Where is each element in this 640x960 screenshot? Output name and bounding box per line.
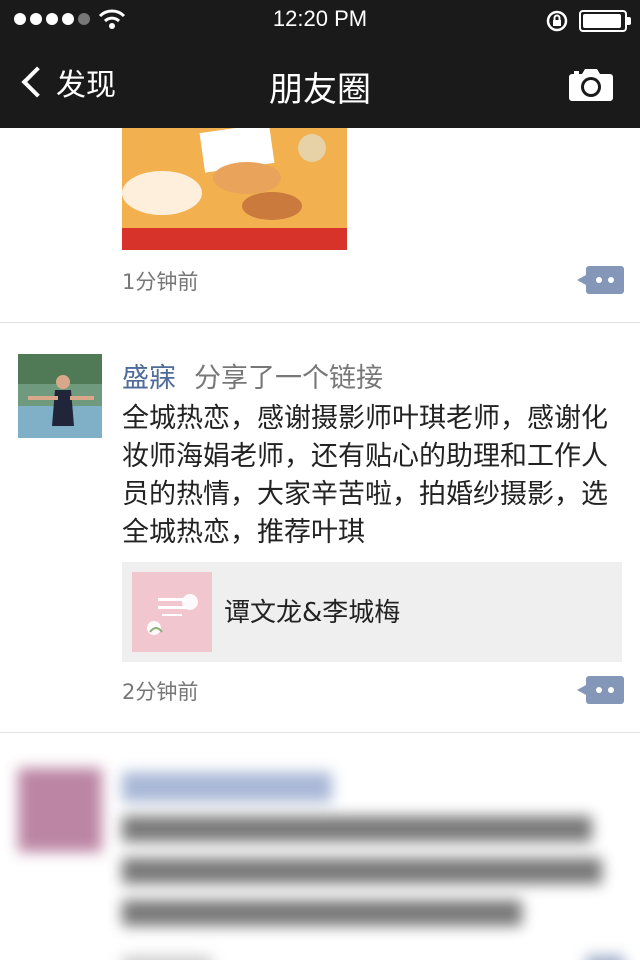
- blurred-text-line: [122, 816, 592, 842]
- blurred-text-line: [122, 900, 522, 926]
- comment-button: [586, 956, 624, 960]
- comment-button[interactable]: [577, 266, 624, 294]
- status-bar: 12:20 PM: [0, 0, 640, 40]
- link-thumbnail: [132, 572, 212, 652]
- post-text: 全城热恋，感谢摄影师叶琪老师，感谢化妆师海娟老师，还有贴心的助理和工作人员的热情…: [122, 403, 608, 548]
- blurred-text-line: [122, 858, 602, 884]
- link-title: 谭文龙&李城梅: [224, 598, 401, 628]
- post-divider: [0, 322, 640, 323]
- blurred-author: [122, 772, 332, 802]
- top-bar: 12:20 PM 发现 朋友圈: [0, 0, 640, 128]
- comment-button[interactable]: [577, 676, 624, 704]
- avatar-photo: [18, 354, 102, 438]
- battery-icon: [579, 10, 631, 32]
- blurred-post: [0, 748, 640, 960]
- post-action-text: 分享了一个链接: [194, 363, 383, 394]
- post-timestamp: 2分钟前: [122, 680, 199, 704]
- post-timestamp: 1分钟前: [122, 270, 199, 294]
- rotation-lock-icon: [546, 10, 568, 32]
- post-divider: [0, 732, 640, 733]
- avatar: [18, 768, 102, 852]
- camera-icon[interactable]: [568, 66, 614, 102]
- shared-link-card[interactable]: 谭文龙&李城梅: [122, 562, 622, 662]
- status-time: 12:20 PM: [272, 6, 368, 31]
- wedding-brand-thumbnail-icon: [132, 572, 212, 652]
- food-photo-image: [122, 128, 347, 250]
- blurred-timestamp: [122, 956, 212, 960]
- nav-bar: 发现 朋友圈: [0, 40, 640, 128]
- moments-feed[interactable]: 1分钟前 盛寐 分享了一个链接 全城热恋，感谢摄影师叶琪老师，感谢化妆师海娟老师…: [0, 128, 640, 960]
- post-author[interactable]: 盛寐: [122, 356, 176, 395]
- post-photo[interactable]: [122, 128, 347, 250]
- avatar[interactable]: [18, 354, 102, 438]
- page-title: 朋友圈: [269, 70, 371, 110]
